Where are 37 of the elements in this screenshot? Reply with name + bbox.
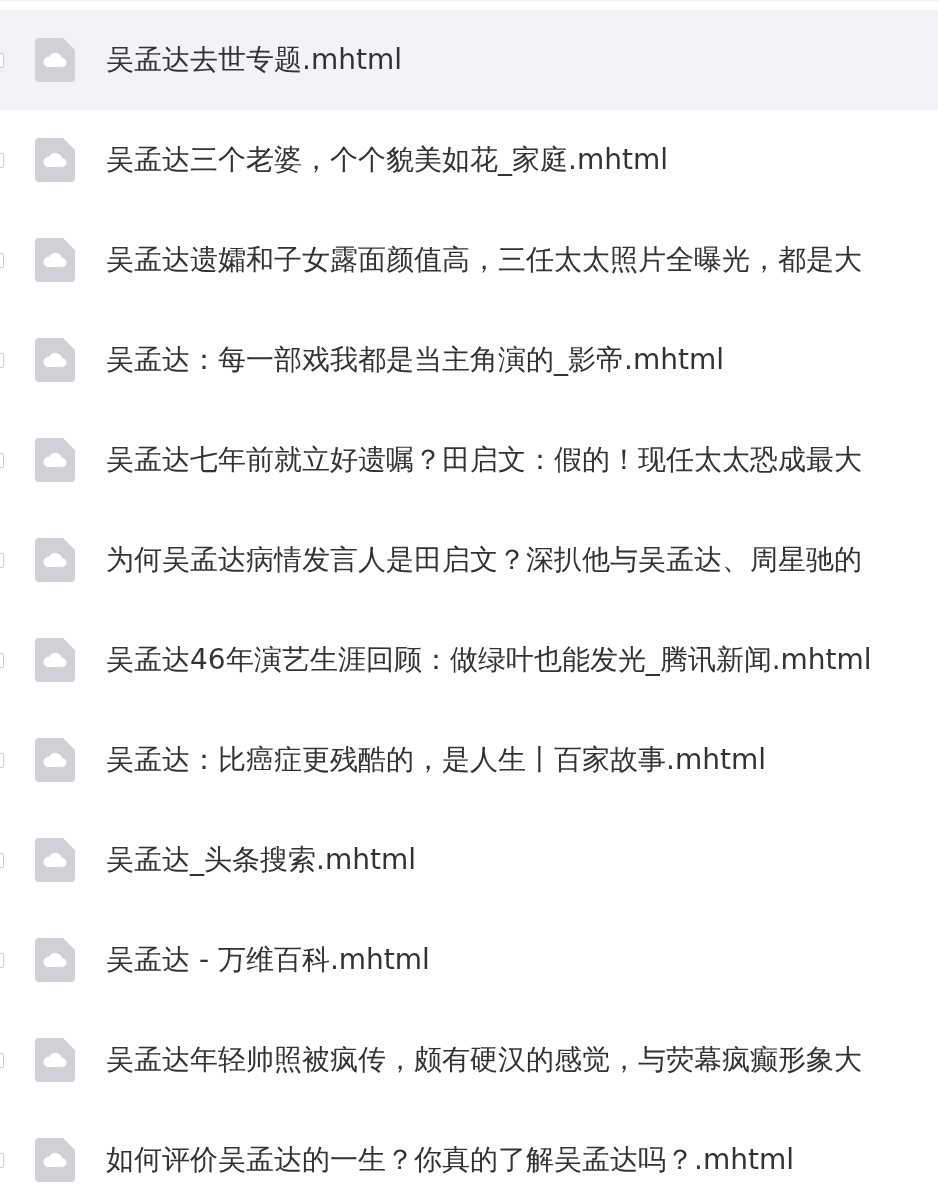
checkbox[interactable] bbox=[0, 852, 4, 868]
file-icon bbox=[35, 738, 75, 782]
file-name: 吴孟达46年演艺生涯回顾：做绿叶也能发光_腾讯新闻.mhtml bbox=[106, 642, 872, 678]
file-icon bbox=[35, 938, 75, 982]
file-icon bbox=[35, 638, 75, 682]
file-name: 吴孟达遗孀和子女露面颜值高，三任太太照片全曝光，都是大 bbox=[106, 242, 862, 278]
file-icon bbox=[35, 1138, 75, 1182]
file-name: 为何吴孟达病情发言人是田启文？深扒他与吴孟达、周星驰的 bbox=[106, 542, 862, 578]
file-icon bbox=[35, 438, 75, 482]
checkbox[interactable] bbox=[0, 1052, 4, 1068]
checkbox[interactable] bbox=[0, 352, 4, 368]
file-name: 吴孟达：每一部戏我都是当主角演的_影帝.mhtml bbox=[106, 342, 724, 378]
checkbox[interactable] bbox=[0, 1152, 4, 1168]
checkbox[interactable] bbox=[0, 552, 4, 568]
checkbox[interactable] bbox=[0, 952, 4, 968]
file-icon bbox=[35, 338, 75, 382]
file-name: 吴孟达：比癌症更残酷的，是人生丨百家故事.mhtml bbox=[106, 742, 766, 778]
checkbox[interactable] bbox=[0, 52, 4, 68]
file-icon bbox=[35, 1038, 75, 1082]
file-name: 吴孟达_头条搜索.mhtml bbox=[106, 842, 416, 878]
file-name: 吴孟达七年前就立好遗嘱？田启文：假的！现任太太恐成最大 bbox=[106, 442, 862, 478]
checkbox[interactable] bbox=[0, 652, 4, 668]
checkbox[interactable] bbox=[0, 452, 4, 468]
file-icon bbox=[35, 838, 75, 882]
file-name: 吴孟达年轻帅照被疯传，颇有硬汉的感觉，与荧幕疯癫形象大 bbox=[106, 1042, 862, 1078]
file-icon bbox=[35, 138, 75, 182]
file-icon bbox=[35, 538, 75, 582]
file-name: 吴孟达 - 万维百科.mhtml bbox=[106, 942, 430, 978]
checkbox[interactable] bbox=[0, 752, 4, 768]
file-name: 如何评价吴孟达的一生？你真的了解吴孟达吗？.mhtml bbox=[106, 1142, 794, 1178]
checkbox[interactable] bbox=[0, 152, 4, 168]
file-icon bbox=[35, 238, 75, 282]
checkbox[interactable] bbox=[0, 252, 4, 268]
file-name: 吴孟达三个老婆，个个貌美如花_家庭.mhtml bbox=[106, 142, 668, 178]
file-icon bbox=[35, 38, 75, 82]
file-name: 吴孟达去世专题.mhtml bbox=[106, 42, 402, 78]
file-row[interactable]: 吴孟达去世专题.mhtml bbox=[0, 10, 938, 110]
